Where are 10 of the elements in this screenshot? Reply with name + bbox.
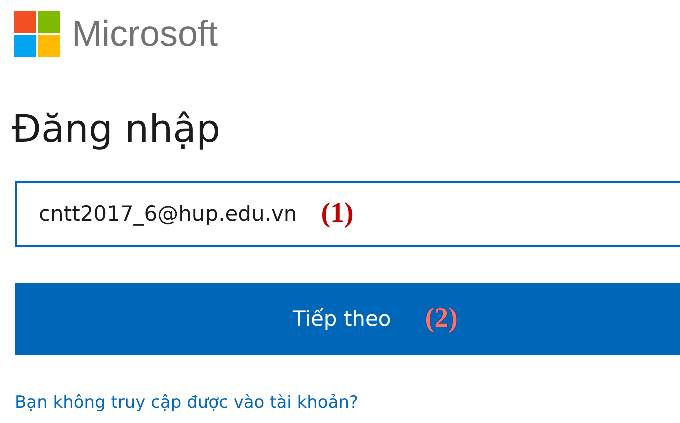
button-label: Tiếp theo bbox=[293, 307, 392, 331]
next-button[interactable]: Tiếp theo (2) bbox=[15, 283, 680, 355]
email-field[interactable]: cntt2017_6@hup.edu.vn (1) bbox=[15, 181, 680, 247]
logo-text: Microsoft bbox=[72, 16, 218, 52]
email-value: cntt2017_6@hup.edu.vn bbox=[39, 202, 298, 226]
logo-icon bbox=[14, 10, 60, 56]
annotation-label: (2) bbox=[425, 303, 458, 335]
page-heading: Đăng nhập bbox=[12, 106, 222, 153]
annotation-label: (1) bbox=[321, 198, 354, 230]
help-link[interactable]: Bạn không truy cập được vào tài khoản? bbox=[15, 393, 359, 413]
